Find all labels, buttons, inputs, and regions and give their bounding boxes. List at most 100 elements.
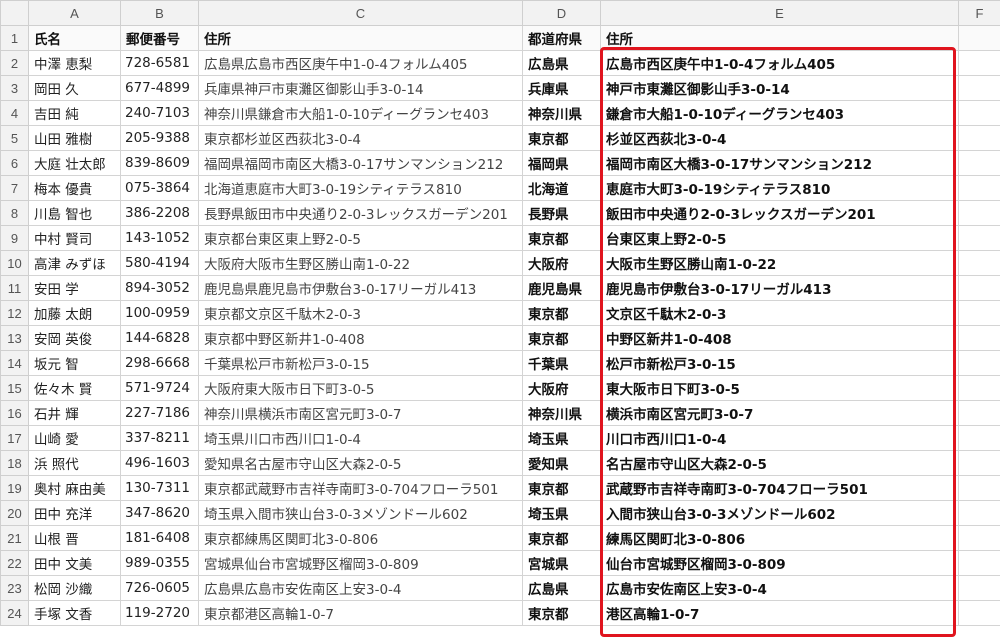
prefecture-cell[interactable]: 東京都 [523,226,601,251]
address-cell[interactable]: 兵庫県神戸市東灘区御影山手3-0-14 [199,76,523,101]
zip-cell[interactable]: 347-8620 [121,501,199,526]
address-cell[interactable]: 広島県広島市安佐南区上安3-0-4 [199,576,523,601]
empty-cell[interactable] [959,51,1000,76]
header-cell-pref[interactable]: 都道府県 [523,26,601,51]
empty-cell[interactable] [959,376,1000,401]
name-cell[interactable]: 吉田 純 [29,101,121,126]
name-cell[interactable]: 梅本 優貴 [29,176,121,201]
result-address-cell[interactable]: 福岡市南区大橋3-0-17サンマンション212 [601,151,959,176]
address-cell[interactable]: 愛知県名古屋市守山区大森2-0-5 [199,451,523,476]
row-number[interactable]: 12 [1,301,29,326]
empty-cell[interactable] [959,301,1000,326]
result-address-cell[interactable]: 大阪市生野区勝山南1-0-22 [601,251,959,276]
empty-cell[interactable] [959,426,1000,451]
result-address-cell[interactable]: 東大阪市日下町3-0-5 [601,376,959,401]
zip-cell[interactable]: 181-6408 [121,526,199,551]
result-address-cell[interactable]: 杉並区西荻北3-0-4 [601,126,959,151]
zip-cell[interactable]: 143-1052 [121,226,199,251]
row-number[interactable]: 23 [1,576,29,601]
address-cell[interactable]: 神奈川県鎌倉市大船1-0-10ディーグランセ403 [199,101,523,126]
result-address-cell[interactable]: 神戸市東灘区御影山手3-0-14 [601,76,959,101]
select-all-corner[interactable] [1,1,29,26]
address-cell[interactable]: 東京都杉並区西荻北3-0-4 [199,126,523,151]
column-header-a[interactable]: A [29,1,121,26]
empty-cell[interactable] [959,276,1000,301]
prefecture-cell[interactable]: 兵庫県 [523,76,601,101]
empty-cell[interactable] [959,401,1000,426]
name-cell[interactable]: 山崎 愛 [29,426,121,451]
empty-cell[interactable] [959,101,1000,126]
row-number[interactable]: 2 [1,51,29,76]
column-header-c[interactable]: C [199,1,523,26]
address-cell[interactable]: 千葉県松戸市新松戸3-0-15 [199,351,523,376]
result-address-cell[interactable]: 横浜市南区宮元町3-0-7 [601,401,959,426]
prefecture-cell[interactable]: 東京都 [523,526,601,551]
result-address-cell[interactable]: 川口市西川口1-0-4 [601,426,959,451]
name-cell[interactable]: 中村 賢司 [29,226,121,251]
empty-cell[interactable] [959,26,1000,51]
empty-cell[interactable] [959,601,1000,626]
result-address-cell[interactable]: 広島市西区庚午中1-0-4フォルム405 [601,51,959,76]
zip-cell[interactable]: 144-6828 [121,326,199,351]
empty-cell[interactable] [959,576,1000,601]
column-header-f[interactable]: F [959,1,1000,26]
name-cell[interactable]: 松岡 沙織 [29,576,121,601]
name-cell[interactable]: 田中 文美 [29,551,121,576]
name-cell[interactable]: 佐々木 賢 [29,376,121,401]
result-address-cell[interactable]: 飯田市中央通り2-0-3レックスガーデン201 [601,201,959,226]
prefecture-cell[interactable]: 東京都 [523,326,601,351]
row-number[interactable]: 7 [1,176,29,201]
result-address-cell[interactable]: 文京区千駄木2-0-3 [601,301,959,326]
empty-cell[interactable] [959,176,1000,201]
zip-cell[interactable]: 496-1603 [121,451,199,476]
row-number[interactable]: 9 [1,226,29,251]
prefecture-cell[interactable]: 埼玉県 [523,501,601,526]
name-cell[interactable]: 田中 充洋 [29,501,121,526]
prefecture-cell[interactable]: 埼玉県 [523,426,601,451]
zip-cell[interactable]: 130-7311 [121,476,199,501]
row-number[interactable]: 5 [1,126,29,151]
name-cell[interactable]: 石井 輝 [29,401,121,426]
prefecture-cell[interactable]: 東京都 [523,476,601,501]
row-number[interactable]: 11 [1,276,29,301]
empty-cell[interactable] [959,526,1000,551]
result-address-cell[interactable]: 武蔵野市吉祥寺南町3-0-704フローラ501 [601,476,959,501]
address-cell[interactable]: 東京都武蔵野市吉祥寺南町3-0-704フローラ501 [199,476,523,501]
zip-cell[interactable]: 075-3864 [121,176,199,201]
address-cell[interactable]: 宮城県仙台市宮城野区榴岡3-0-809 [199,551,523,576]
empty-cell[interactable] [959,201,1000,226]
address-cell[interactable]: 東京都中野区新井1-0-408 [199,326,523,351]
address-cell[interactable]: 神奈川県横浜市南区宮元町3-0-7 [199,401,523,426]
result-address-cell[interactable]: 鎌倉市大船1-0-10ディーグランセ403 [601,101,959,126]
prefecture-cell[interactable]: 神奈川県 [523,401,601,426]
column-header-b[interactable]: B [121,1,199,26]
zip-cell[interactable]: 205-9388 [121,126,199,151]
prefecture-cell[interactable]: 広島県 [523,576,601,601]
prefecture-cell[interactable]: 大阪府 [523,251,601,276]
name-cell[interactable]: 川島 智也 [29,201,121,226]
empty-cell[interactable] [959,476,1000,501]
zip-cell[interactable]: 571-9724 [121,376,199,401]
empty-cell[interactable] [959,326,1000,351]
name-cell[interactable]: 手塚 文香 [29,601,121,626]
name-cell[interactable]: 坂元 智 [29,351,121,376]
name-cell[interactable]: 山根 晋 [29,526,121,551]
zip-cell[interactable]: 989-0355 [121,551,199,576]
prefecture-cell[interactable]: 福岡県 [523,151,601,176]
row-number[interactable]: 8 [1,201,29,226]
row-number[interactable]: 20 [1,501,29,526]
column-header-d[interactable]: D [523,1,601,26]
result-address-cell[interactable]: 港区高輪1-0-7 [601,601,959,626]
name-cell[interactable]: 山田 雅樹 [29,126,121,151]
address-cell[interactable]: 大阪府東大阪市日下町3-0-5 [199,376,523,401]
prefecture-cell[interactable]: 東京都 [523,601,601,626]
result-address-cell[interactable]: 台東区東上野2-0-5 [601,226,959,251]
name-cell[interactable]: 岡田 久 [29,76,121,101]
empty-cell[interactable] [959,226,1000,251]
prefecture-cell[interactable]: 愛知県 [523,451,601,476]
address-cell[interactable]: 東京都台東区東上野2-0-5 [199,226,523,251]
result-address-cell[interactable]: 中野区新井1-0-408 [601,326,959,351]
result-address-cell[interactable]: 松戸市新松戸3-0-15 [601,351,959,376]
empty-cell[interactable] [959,151,1000,176]
zip-cell[interactable]: 298-6668 [121,351,199,376]
